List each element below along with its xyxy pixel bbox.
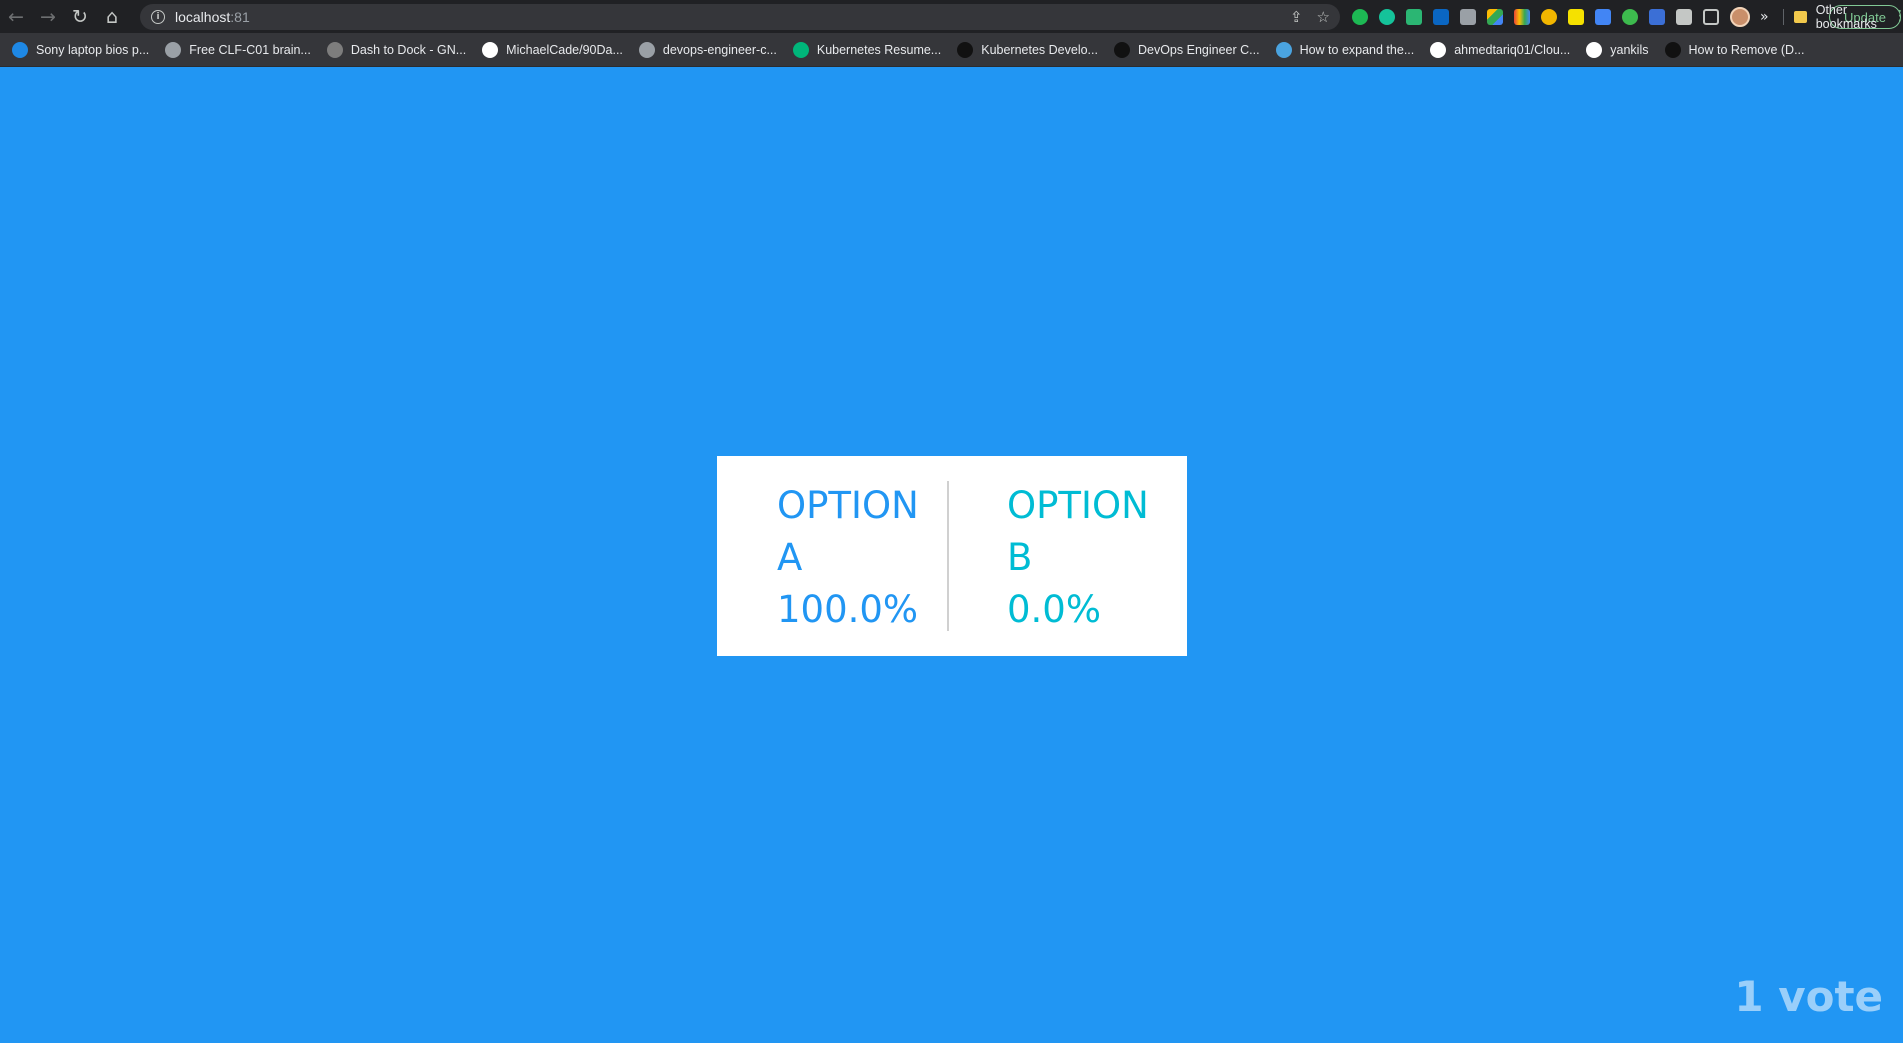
vote-count: 1 vote [1734, 972, 1883, 1021]
bookmark-label: Sony laptop bios p... [36, 42, 150, 57]
v-icon [1113, 41, 1130, 58]
bookmark-item[interactable]: How to expand the... [1275, 41, 1415, 58]
bookmark-item[interactable]: MichaelCade/90Da... [482, 41, 623, 58]
other-bookmarks[interactable]: Other bookmarks [1794, 0, 1903, 34]
extension-eye-icon[interactable] [1622, 8, 1638, 25]
option-b-label-line1: OPTION [1007, 484, 1149, 527]
bookmark-label: Kubernetes Resume... [816, 42, 942, 57]
palette-extension-icon[interactable] [1514, 8, 1530, 25]
linkedin-icon[interactable] [1433, 8, 1449, 25]
forward-icon[interactable]: → [32, 0, 64, 33]
bookmark-item[interactable]: Kubernetes Resume... [792, 41, 942, 58]
share-icon[interactable]: ⇪ [1290, 8, 1303, 26]
browser-toolbar: ← → ↻ ⌂ i localhost:81 ⇪ ☆ Update ⋮ [0, 0, 1903, 33]
bookmark-label: How to Remove (D... [1688, 42, 1805, 57]
hex-icon [1664, 41, 1681, 58]
bookmark-item[interactable]: Sony laptop bios p... [12, 41, 150, 58]
shield-extension-icon[interactable] [1406, 8, 1422, 25]
extension-gray-icon[interactable] [1460, 8, 1476, 25]
github-icon [1586, 41, 1603, 58]
extension-c-icon[interactable] [1568, 8, 1584, 25]
profile-avatar[interactable] [1730, 6, 1750, 27]
site-info-icon[interactable]: i [151, 10, 165, 24]
bookmark-label: devops-engineer-c... [662, 42, 777, 57]
results-card: OPTION A 100.0% OPTION B 0.0% [717, 456, 1187, 656]
option-b-label-line2: B [1007, 536, 1033, 579]
puzzle-icon[interactable] [1676, 8, 1692, 25]
bookmark-label: Dash to Dock - GN... [350, 42, 467, 57]
c-icon [792, 41, 809, 58]
bookmark-label: DevOps Engineer C... [1137, 42, 1260, 57]
bookmark-label: MichaelCade/90Da... [506, 42, 623, 57]
option-a-percent: 100.0% [777, 588, 919, 631]
side-panel-icon[interactable] [1703, 8, 1719, 25]
home-icon[interactable]: ⌂ [96, 0, 128, 33]
bookmark-item[interactable]: Dash to Dock - GN... [326, 41, 467, 58]
extensions-strip [1352, 0, 1750, 33]
bookmark-item[interactable]: yankils [1586, 41, 1649, 58]
bookmark-item[interactable]: How to Remove (D... [1664, 41, 1805, 58]
cloud-icon [1275, 41, 1292, 58]
address-bar[interactable]: i localhost:81 ⇪ ☆ [140, 4, 1340, 30]
globe-icon [638, 41, 655, 58]
url-host: localhost [175, 9, 231, 25]
bookmark-label: Kubernetes Develo... [981, 42, 1098, 57]
option-a-label-line2: A [777, 536, 803, 579]
folder-icon [1794, 11, 1807, 23]
extension-blue-icon[interactable] [1649, 8, 1665, 25]
bookmark-item[interactable]: ahmedtariq01/Clou... [1430, 41, 1571, 58]
option-b-result: OPTION B 0.0% [1007, 480, 1177, 636]
url-text[interactable]: localhost:81 [175, 9, 250, 25]
bookmark-item[interactable]: Free CLF-C01 brain... [165, 41, 311, 58]
bookmark-item[interactable]: devops-engineer-c... [638, 41, 777, 58]
option-a-label-line1: OPTION [777, 484, 919, 527]
bookmarks-bar: Sony laptop bios p... Free CLF-C01 brain.… [0, 33, 1903, 67]
bookmark-label: ahmedtariq01/Clou... [1454, 42, 1571, 57]
seven-icon [957, 41, 974, 58]
back-icon[interactable]: ← [0, 0, 32, 33]
extension-green-icon[interactable] [1352, 8, 1368, 25]
bookmarks-overflow-icon[interactable]: » [1760, 0, 1769, 34]
lock-icon [12, 41, 28, 58]
bookmark-label: Free CLF-C01 brain... [189, 42, 311, 57]
globe-icon [165, 41, 182, 58]
other-bookmarks-label: Other bookmarks [1815, 3, 1877, 31]
extension-yellow-icon[interactable] [1541, 8, 1557, 25]
github-icon [1430, 41, 1447, 58]
bookmark-label: yankils [1610, 42, 1649, 57]
url-port: :81 [230, 9, 250, 25]
reload-icon[interactable]: ↻ [64, 0, 96, 33]
results-divider [947, 481, 949, 631]
gnome-icon [326, 41, 343, 58]
bookmark-star-icon[interactable]: ☆ [1317, 8, 1330, 26]
drive-icon[interactable] [1487, 8, 1503, 25]
bookmark-item[interactable]: Kubernetes Develo... [957, 41, 1098, 58]
bookmarks-divider [1783, 9, 1784, 25]
grammarly-icon[interactable] [1379, 8, 1395, 25]
option-a-result: OPTION A 100.0% [777, 480, 947, 636]
translate-icon[interactable] [1595, 8, 1611, 25]
github-icon [482, 41, 499, 58]
bookmark-item[interactable]: DevOps Engineer C... [1113, 41, 1260, 58]
bookmark-label: How to expand the... [1299, 42, 1415, 57]
option-b-percent: 0.0% [1007, 588, 1101, 631]
